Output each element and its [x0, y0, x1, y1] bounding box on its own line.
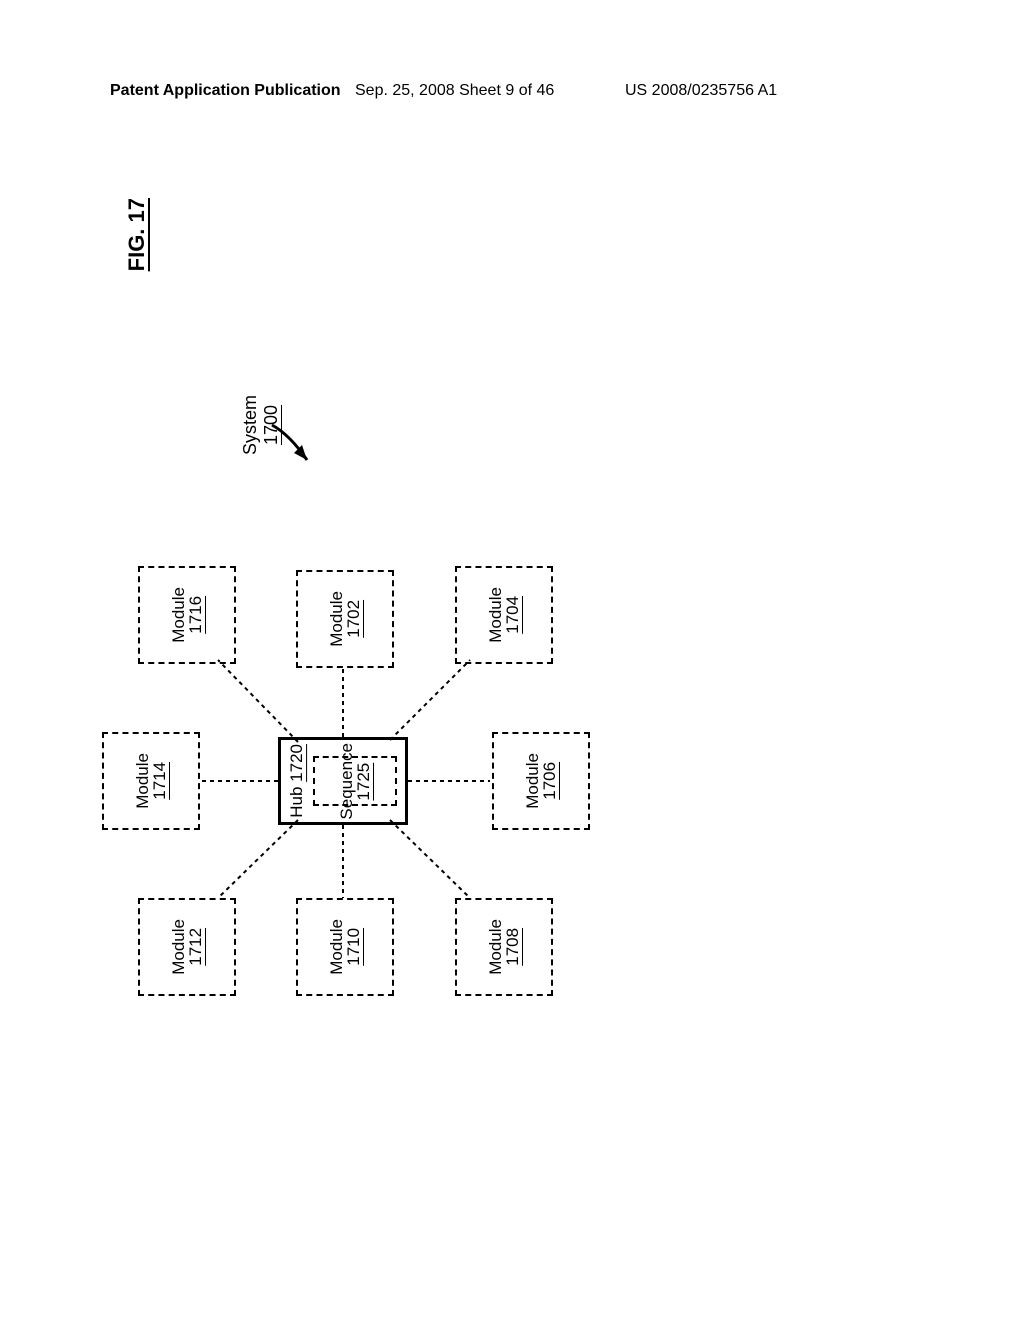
hub-box: Hub 1720 Sequence1725 [278, 737, 408, 825]
header-publication-number: US 2008/0235756 A1 [625, 82, 777, 100]
sequence-label: Sequence1725 [338, 743, 372, 820]
module-1714-label: Module1714 [134, 753, 168, 809]
module-1714: Module1714 [102, 732, 200, 830]
figure-diagram: FIG. 17 System 1700 [80, 170, 940, 1220]
module-1710: Module1710 [296, 898, 394, 996]
hub-label: Hub 1720 [287, 744, 307, 818]
module-1704-label: Module1704 [487, 587, 521, 643]
module-1708-label: Module1708 [487, 919, 521, 975]
module-1712-label: Module1712 [170, 919, 204, 975]
module-1704: Module1704 [455, 566, 553, 664]
module-1712: Module1712 [138, 898, 236, 996]
header-publication-label: Patent Application Publication [110, 82, 341, 100]
module-1710-label: Module1710 [328, 919, 362, 975]
module-1702-label: Module1702 [328, 591, 362, 647]
module-1716-label: Module1716 [170, 587, 204, 643]
module-1708: Module1708 [455, 898, 553, 996]
module-1702: Module1702 [296, 570, 394, 668]
header-date-sheet: Sep. 25, 2008 Sheet 9 of 46 [355, 82, 554, 100]
sequence-box: Sequence1725 [313, 756, 397, 806]
module-1716: Module1716 [138, 566, 236, 664]
module-1706: Module1706 [492, 732, 590, 830]
module-1706-label: Module1706 [524, 753, 558, 809]
connection-lines [80, 170, 940, 1220]
